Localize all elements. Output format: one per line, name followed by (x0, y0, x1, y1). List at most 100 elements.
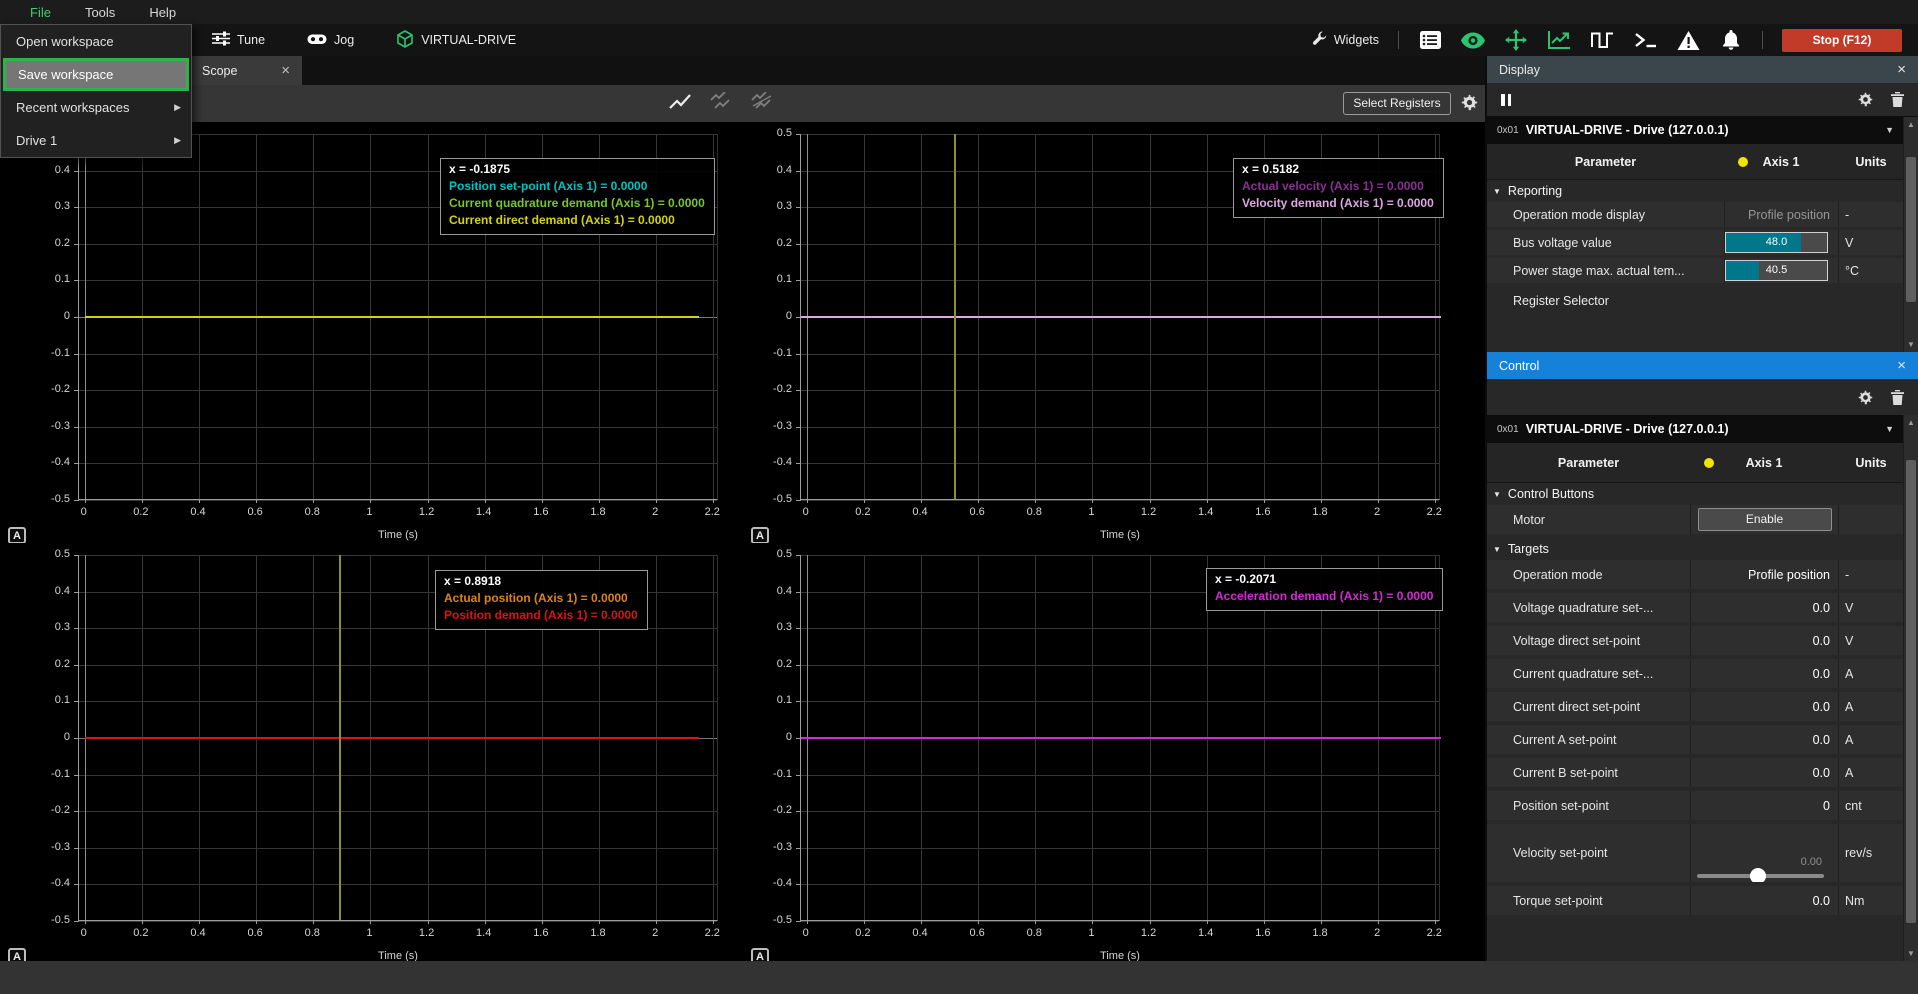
param-value[interactable]: Profile position (1690, 560, 1838, 589)
select-registers-button[interactable]: Select Registers (1343, 92, 1451, 115)
y-tick-label: 0.4 (752, 585, 792, 597)
scroll-down-icon[interactable]: ▼ (1907, 340, 1915, 349)
scope-chart-grid: 0.50.40.30.20.10-0.1-0.2-0.3-0.4-0.500.2… (0, 122, 1485, 961)
virtual-drive-label: VIRTUAL-DRIVE (421, 33, 516, 47)
x-tick-label: 1.8 (582, 927, 614, 939)
warning-icon[interactable] (1676, 31, 1700, 50)
y-tick-label: 0.4 (30, 164, 70, 176)
param-value[interactable]: 0.0 (1690, 725, 1838, 754)
x-tick-label: 0 (790, 927, 822, 939)
param-value[interactable]: 0.0 (1690, 659, 1838, 688)
autoscale-button[interactable]: A (751, 527, 769, 544)
enable-button[interactable]: Enable (1698, 508, 1832, 531)
scroll-up-icon[interactable]: ▲ (1907, 418, 1915, 427)
param-units: V (1838, 626, 1904, 655)
trash-icon[interactable] (1891, 92, 1904, 107)
chevron-down-icon: ▼ (1885, 125, 1894, 135)
scrollbar[interactable]: ▲ ▼ (1903, 117, 1918, 352)
control-panel-header[interactable]: Control × (1487, 352, 1918, 379)
application-window: File Tools Help Tune (0, 0, 1918, 994)
drive-selector[interactable]: 0x01 VIRTUAL-DRIVE - Drive (127.0.0.1) ▼ (1487, 116, 1918, 144)
y-tick-label: -0.3 (30, 841, 70, 853)
single-plot-icon[interactable] (668, 92, 692, 116)
trash-icon[interactable] (1891, 390, 1904, 405)
menu-help[interactable]: Help (149, 5, 176, 20)
x-tick-label: 0.4 (904, 506, 936, 518)
scrollbar[interactable]: ▲ ▼ (1903, 415, 1918, 961)
close-icon[interactable]: × (281, 62, 290, 79)
velocity-slider[interactable] (1697, 874, 1824, 878)
split-plots-icon[interactable] (709, 92, 733, 116)
menu-item-recent-workspaces[interactable]: Recent workspaces ▶ (1, 91, 191, 124)
bell-icon[interactable] (1719, 30, 1743, 50)
y-tick-label: 0 (30, 731, 70, 743)
y-tick-label: -0.4 (752, 456, 792, 468)
column-units: Units (1838, 155, 1904, 169)
menu-file[interactable]: File (30, 5, 51, 20)
y-tick-label: -0.5 (752, 493, 792, 505)
scroll-up-icon[interactable]: ▲ (1907, 120, 1915, 129)
column-axis: Axis 1 (1746, 456, 1783, 470)
terminal-icon[interactable] (1633, 32, 1657, 48)
menu-item-save-workspace[interactable]: Save workspace (3, 58, 189, 91)
y-tick-label: 0.5 (752, 548, 792, 560)
move-arrows-icon[interactable] (1504, 29, 1528, 51)
gear-icon[interactable] (1858, 92, 1873, 107)
gear-icon[interactable] (1461, 94, 1478, 116)
x-tick-label: 2 (1361, 927, 1393, 939)
register-list-icon[interactable] (1418, 31, 1442, 49)
widgets-button[interactable]: Widgets (1312, 31, 1379, 49)
x-tick-label: 0.2 (125, 506, 157, 518)
square-wave-icon[interactable] (1590, 32, 1614, 48)
series-line-position-demand-axis-1 (85, 737, 699, 739)
slider-thumb[interactable] (1750, 868, 1766, 882)
param-label: Bus voltage value (1487, 230, 1724, 255)
axis-color-dot (1738, 157, 1748, 167)
section-header-targets[interactable]: ▼Targets (1487, 538, 1904, 560)
scope-chart-icon[interactable] (1547, 30, 1571, 50)
param-value[interactable]: 0.0 (1690, 593, 1838, 622)
section-header-control-buttons[interactable]: ▼Control Buttons (1487, 483, 1904, 505)
gear-icon[interactable] (1858, 390, 1873, 405)
scroll-thumb[interactable] (1906, 157, 1916, 302)
param-value[interactable]: 0.0 (1690, 626, 1838, 655)
close-icon[interactable]: × (1897, 357, 1906, 374)
watch-eye-icon[interactable] (1461, 32, 1485, 49)
tune-button[interactable]: Tune (212, 31, 265, 49)
param-value[interactable]: 0.0 (1690, 758, 1838, 787)
menu-tools[interactable]: Tools (85, 5, 115, 20)
virtual-drive-button[interactable]: VIRTUAL-DRIVE (396, 30, 516, 51)
display-panel-header[interactable]: Display × (1487, 56, 1918, 83)
param-value[interactable]: 0 (1690, 791, 1838, 820)
x-tick-label: 0.2 (125, 927, 157, 939)
close-icon[interactable]: × (1897, 61, 1906, 78)
scope-toolbar: Select Registers (0, 85, 1485, 122)
param-value[interactable]: 0.0 (1690, 692, 1838, 721)
autoscale-button[interactable]: A (8, 527, 26, 544)
param-label: Operation mode (1487, 560, 1690, 589)
menu-item-open-workspace[interactable]: Open workspace (1, 25, 191, 58)
tab-scope[interactable]: Scope × (190, 56, 302, 85)
scroll-down-icon[interactable]: ▼ (1907, 949, 1915, 958)
register-selector-row[interactable]: Register Selector (1487, 286, 1904, 316)
stop-button[interactable]: Stop (F12) (1782, 29, 1902, 52)
drive-selector[interactable]: 0x01 VIRTUAL-DRIVE - Drive (127.0.0.1) ▼ (1487, 415, 1918, 443)
section-header-reporting[interactable]: ▼Reporting (1487, 180, 1904, 202)
x-tick-label: 2 (1361, 506, 1393, 518)
x-tick-label: 2 (639, 506, 671, 518)
param-value[interactable]: 0.0 (1690, 886, 1838, 915)
menu-item-drive-1[interactable]: Drive 1 ▶ (1, 124, 191, 157)
cursor-line[interactable] (339, 555, 341, 920)
param-units: A (1838, 758, 1904, 787)
x-axis-label: Time (s) (1090, 529, 1150, 541)
y-tick-label: -0.2 (752, 383, 792, 395)
scroll-thumb[interactable] (1906, 460, 1916, 923)
jog-button[interactable]: Jog (307, 32, 354, 49)
cursor-line[interactable] (954, 134, 956, 499)
section-label: Control Buttons (1508, 487, 1594, 501)
pause-icon[interactable] (1501, 94, 1511, 106)
submenu-arrow-icon: ▶ (174, 124, 181, 157)
merge-plots-icon[interactable] (750, 92, 774, 116)
column-header: Parameter Axis 1 Units (1487, 144, 1918, 180)
widgets-label: Widgets (1334, 33, 1379, 47)
